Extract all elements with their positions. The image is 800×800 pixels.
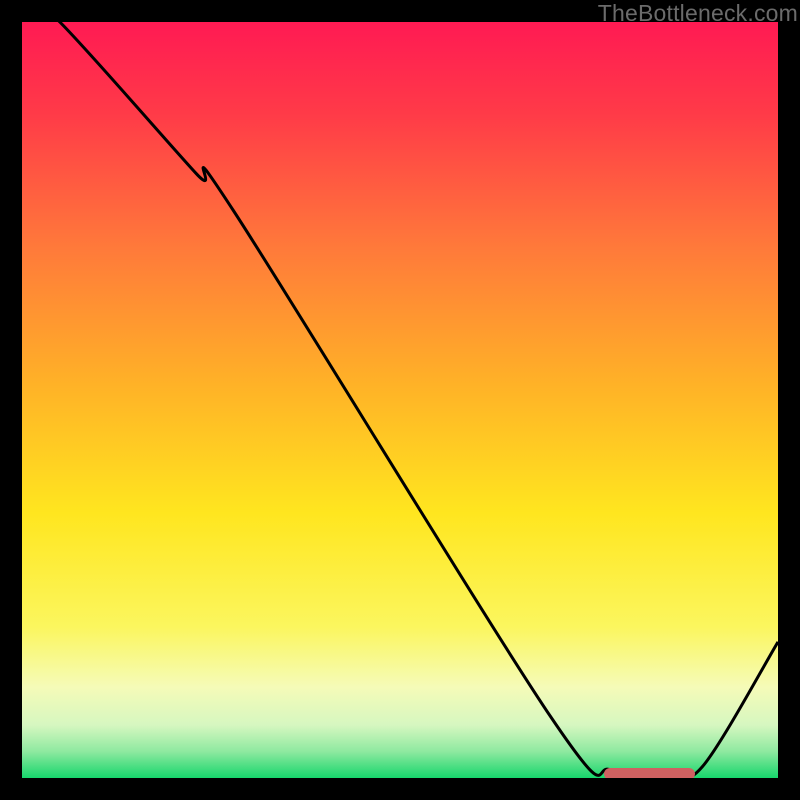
bottleneck-curve — [22, 22, 778, 778]
watermark-text: TheBottleneck.com — [598, 0, 798, 27]
plot-area — [22, 22, 778, 778]
optimal-range-marker — [604, 768, 695, 778]
chart-frame — [22, 22, 778, 778]
curve-layer — [22, 22, 778, 778]
